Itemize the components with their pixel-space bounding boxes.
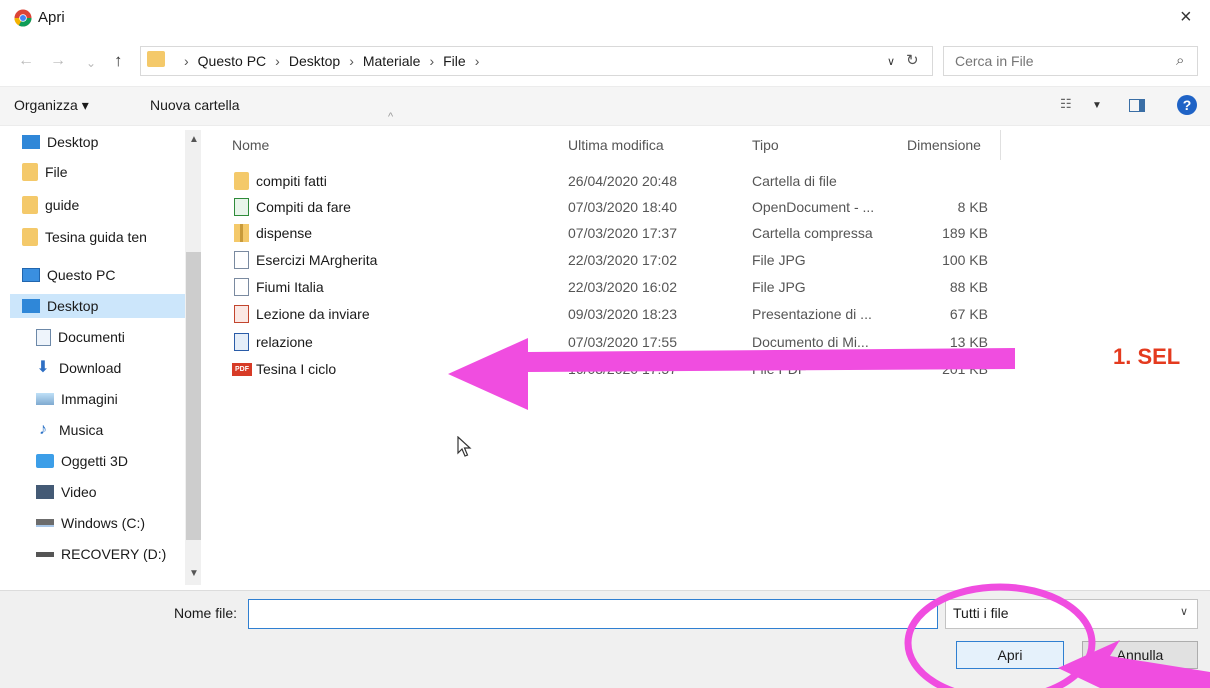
search-input[interactable]	[955, 51, 1155, 71]
help-icon[interactable]: ?	[1177, 95, 1197, 115]
file-row[interactable]: dispense 07/03/2020 17:37 Cartella compr…	[232, 221, 1002, 245]
column-header-size[interactable]: Dimensione	[907, 137, 981, 153]
image-file-icon	[234, 278, 249, 296]
nav-item-file[interactable]: File	[22, 160, 202, 184]
nav-item-desktop-quick[interactable]: Desktop	[22, 130, 202, 154]
breadcrumb-separator-icon: ›	[474, 53, 480, 69]
nav-item-tesina[interactable]: Tesina guida ten	[22, 225, 202, 249]
chevron-down-icon[interactable]: ▼	[1092, 100, 1102, 111]
download-icon: ⬇	[36, 359, 50, 376]
organize-menu-button[interactable]: Organizza ▾	[14, 97, 89, 114]
folder-icon	[22, 196, 38, 214]
file-type-selected-label: Tutti i file	[953, 605, 1009, 621]
breadcrumb-separator-icon: ›	[349, 53, 354, 69]
breadcrumb-item[interactable]: Materiale	[363, 53, 421, 69]
presentation-icon	[234, 305, 249, 323]
column-divider	[1000, 130, 1001, 160]
file-row[interactable]: compiti fatti 26/04/2020 20:48 Cartella …	[232, 169, 1002, 193]
title-bar	[0, 0, 1210, 42]
scroll-down-icon[interactable]: ▼	[189, 568, 199, 579]
drive-icon	[36, 519, 54, 527]
pdf-icon: PDF	[232, 363, 252, 376]
chevron-down-icon[interactable]: ∨	[887, 55, 895, 68]
nav-item-questo-pc[interactable]: Questo PC	[22, 263, 202, 287]
file-row[interactable]: Compiti da fare 07/03/2020 18:40 OpenDoc…	[232, 195, 1002, 219]
zip-folder-icon	[234, 224, 249, 242]
column-header-name[interactable]: Nome	[232, 137, 269, 153]
sort-caret-icon: ^	[388, 111, 394, 123]
filename-label: Nome file:	[174, 605, 238, 621]
navigation-pane: Desktop File guide Tesina guida ten Ques…	[0, 127, 208, 587]
window-title: Apri	[38, 9, 65, 26]
word-document-icon	[234, 333, 249, 351]
folder-icon	[234, 172, 249, 190]
column-header-type[interactable]: Tipo	[752, 137, 779, 153]
back-arrow-icon[interactable]: ←	[18, 52, 34, 70]
drive-icon	[36, 551, 54, 557]
pictures-icon	[36, 393, 54, 405]
folder-icon	[147, 51, 165, 67]
up-arrow-icon[interactable]: ↑	[114, 51, 123, 71]
nav-scrollbar-thumb[interactable]	[186, 252, 201, 540]
image-file-icon	[234, 251, 249, 269]
view-options-icon[interactable]: ☷	[1060, 96, 1072, 112]
cancel-button[interactable]: Annulla	[1082, 641, 1198, 669]
nav-item-guide[interactable]: guide	[22, 193, 202, 217]
spreadsheet-icon	[234, 198, 249, 216]
close-icon[interactable]: ×	[1180, 6, 1192, 29]
folder-icon	[22, 228, 38, 246]
preview-pane-icon[interactable]	[1129, 99, 1145, 112]
recent-locations-chevron-icon[interactable]: ⌄	[86, 56, 96, 70]
file-row[interactable]: relazione 07/03/2020 17:55 Documento di …	[232, 330, 1002, 354]
breadcrumb-item[interactable]: Desktop	[289, 53, 340, 69]
desktop-icon	[22, 299, 40, 313]
documents-icon	[36, 328, 51, 346]
file-row[interactable]: Fiumi Italia 22/03/2020 16:02 File JPG 8…	[232, 275, 1002, 299]
new-folder-button[interactable]: Nuova cartella	[150, 97, 240, 113]
breadcrumb-separator-icon: ›	[429, 53, 435, 69]
mouse-cursor-icon	[457, 436, 472, 457]
objects-3d-icon	[36, 454, 54, 468]
breadcrumb-item[interactable]: File	[443, 53, 466, 69]
computer-icon	[22, 268, 40, 282]
refresh-icon[interactable]: ↻	[906, 51, 919, 69]
search-icon[interactable]: ⌕	[1176, 52, 1184, 69]
music-icon: ♪	[39, 421, 47, 438]
breadcrumb-separator-icon: ›	[184, 53, 189, 69]
video-icon	[36, 485, 54, 499]
nav-item-desktop[interactable]: Desktop	[10, 294, 192, 318]
file-row[interactable]: PDF Tesina I ciclo 16/03/2020 17:57 File…	[232, 357, 1002, 381]
folder-icon	[22, 163, 38, 181]
column-header-modified[interactable]: Ultima modifica	[568, 137, 664, 153]
forward-arrow-icon[interactable]: →	[50, 52, 66, 70]
chrome-icon	[14, 9, 32, 27]
breadcrumb-item[interactable]: Questo PC	[198, 53, 266, 69]
open-button[interactable]: Apri	[956, 641, 1064, 669]
file-row[interactable]: Esercizi MArgherita 22/03/2020 17:02 Fil…	[232, 248, 1002, 272]
chevron-down-icon[interactable]: ∨	[1180, 605, 1188, 618]
filename-input[interactable]	[248, 599, 938, 629]
breadcrumb: › Questo PC › Desktop › Materiale › File…	[175, 53, 488, 69]
desktop-icon	[22, 135, 40, 149]
scroll-up-icon[interactable]: ▲	[189, 134, 199, 145]
annotation-label: 1. SEL	[1113, 344, 1181, 369]
file-row[interactable]: Lezione da inviare 09/03/2020 18:23 Pres…	[232, 302, 1002, 326]
breadcrumb-separator-icon: ›	[275, 53, 280, 69]
